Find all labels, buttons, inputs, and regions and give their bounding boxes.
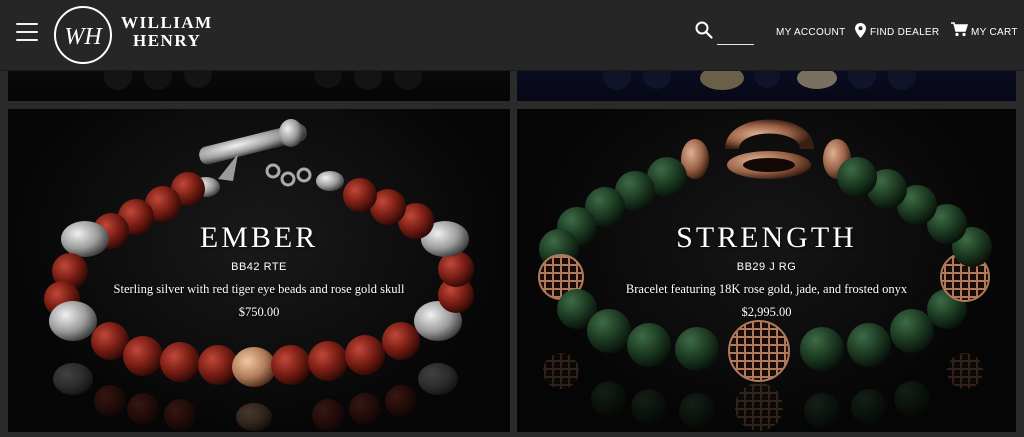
product-title: EMBER [199,221,319,254]
hamburger-icon-line [16,31,38,33]
product-tile-partial[interactable] [517,70,1016,101]
site-header: WH WILLIAM HENRY MY ACCOUNT FIND DEALER … [0,0,1024,71]
product-description: Sterling silver with red tiger eye beads… [113,282,405,296]
search-input[interactable] [717,26,754,45]
product-sku: BB29 J RG [736,261,797,273]
product-price: $750.00 [238,305,280,319]
my-cart-link[interactable]: MY CART [971,27,1018,38]
hamburger-icon-line [16,39,38,41]
my-account-link[interactable]: MY ACCOUNT [776,27,846,38]
product-description: Bracelet featuring 18K rose gold, jade, … [625,282,908,296]
logo[interactable]: WH [52,4,114,66]
product-tile-partial[interactable] [8,70,510,101]
hamburger-icon [16,23,38,25]
product-image [104,70,422,90]
product-image [603,70,916,90]
cart-icon [951,22,968,37]
product-tile-strength[interactable]: STRENGTH BB29 J RG Bracelet featuring 18… [517,109,1016,432]
search-icon[interactable] [695,21,713,39]
brand-line-1: WILLIAM [121,13,213,32]
find-dealer-link[interactable]: FIND DEALER [870,27,939,38]
brand-name[interactable]: WILLIAM HENRY [121,14,213,50]
logo-monogram: WH [64,24,103,50]
page-background-strip [0,432,1024,437]
menu-button[interactable] [16,23,38,41]
product-title: STRENGTH [676,221,857,254]
product-price: $2,995.00 [741,305,792,319]
map-pin-icon [855,23,866,38]
product-sku: BB42 RTE [231,261,287,273]
brand-line-2: HENRY [133,31,202,50]
product-tile-ember[interactable]: EMBER BB42 RTE Sterling silver with red … [8,109,510,432]
